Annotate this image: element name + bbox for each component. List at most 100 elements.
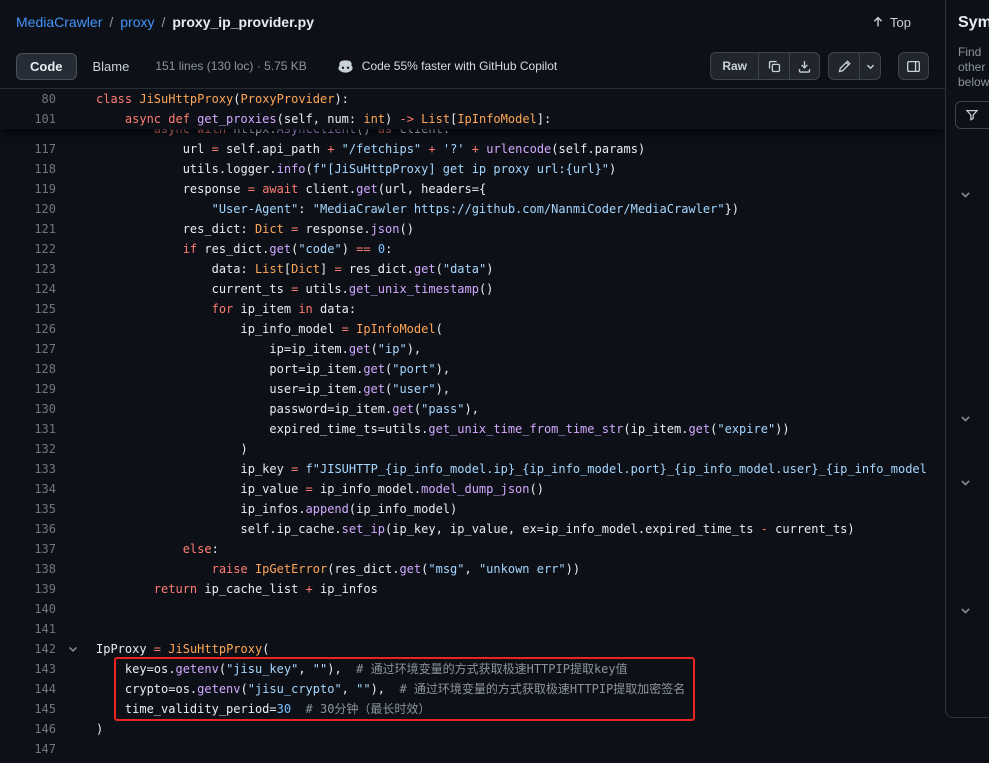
line-number[interactable]: 80 xyxy=(0,89,56,109)
line-number[interactable]: 143 xyxy=(0,659,56,679)
code-view: 80class JiSuHttpProxy(ProxyProvider):101… xyxy=(0,89,945,759)
download-icon xyxy=(797,59,812,74)
line-number[interactable]: 121 xyxy=(0,219,56,239)
code-text: ip_infos.append(ip_info_model) xyxy=(96,499,457,519)
line-number[interactable]: 136 xyxy=(0,519,56,539)
line-number[interactable]: 118 xyxy=(0,159,56,179)
fold-gutter xyxy=(56,499,96,519)
line-number[interactable]: 147 xyxy=(0,739,56,759)
symbols-section-chevron-icon[interactable] xyxy=(958,475,972,489)
copy-raw-button[interactable] xyxy=(758,52,789,80)
breadcrumb-separator: / xyxy=(109,14,113,30)
code-line: 121 res_dict: Dict = response.json() xyxy=(0,219,945,239)
line-number[interactable]: 125 xyxy=(0,299,56,319)
fold-gutter xyxy=(56,739,96,759)
code-text: for ip_item in data: xyxy=(96,299,356,319)
fold-gutter xyxy=(56,659,96,679)
fold-gutter xyxy=(56,579,96,599)
fold-gutter xyxy=(56,599,96,619)
file-stats: 151 lines (130 loc) · 5.75 KB xyxy=(155,59,306,73)
symbols-panel-description: Find other below xyxy=(958,45,989,90)
code-line: 119 response = await client.get(url, hea… xyxy=(0,179,945,199)
symbols-panel-title: Sym xyxy=(958,14,989,32)
symbols-description-line: Find xyxy=(958,45,989,60)
line-number[interactable]: 146 xyxy=(0,719,56,739)
line-number[interactable]: 140 xyxy=(0,599,56,619)
chevron-down-icon xyxy=(865,61,876,72)
code-line: 139 return ip_cache_list + ip_infos xyxy=(0,579,945,599)
code-line: 147 xyxy=(0,739,945,759)
line-number[interactable]: 122 xyxy=(0,239,56,259)
line-number[interactable]: 101 xyxy=(0,109,56,129)
line-number[interactable]: 135 xyxy=(0,499,56,519)
code-line: 127 ip=ip_item.get("ip"), xyxy=(0,339,945,359)
tab-blame[interactable]: Blame xyxy=(79,53,144,80)
line-number[interactable]: 123 xyxy=(0,259,56,279)
line-number[interactable]: 134 xyxy=(0,479,56,499)
tab-code[interactable]: Code xyxy=(16,53,77,80)
line-number[interactable]: 131 xyxy=(0,419,56,439)
code-text: return ip_cache_list + ip_infos xyxy=(96,579,378,599)
symbols-section-chevron-icon[interactable] xyxy=(958,187,972,201)
file-toolbar: Code Blame 151 lines (130 loc) · 5.75 KB… xyxy=(0,44,945,89)
symbols-filter-button[interactable] xyxy=(955,101,989,129)
fold-gutter xyxy=(56,719,96,739)
code-line: 117 url = self.api_path + "/fetchips" + … xyxy=(0,139,945,159)
fold-gutter xyxy=(56,419,96,439)
copy-icon xyxy=(767,59,782,74)
breadcrumb-folder-link[interactable]: proxy xyxy=(120,14,154,30)
raw-button[interactable]: Raw xyxy=(710,52,758,80)
back-to-top-button[interactable]: Top xyxy=(871,15,911,30)
line-number[interactable]: 124 xyxy=(0,279,56,299)
symbols-section-chevron-icon[interactable] xyxy=(958,603,972,617)
line-number[interactable]: 129 xyxy=(0,379,56,399)
line-number[interactable]: 128 xyxy=(0,359,56,379)
line-number[interactable]: 141 xyxy=(0,619,56,639)
line-number[interactable]: 117 xyxy=(0,139,56,159)
edit-dropdown-button[interactable] xyxy=(859,52,881,80)
code-text: self.ip_cache.set_ip(ip_key, ip_value, e… xyxy=(96,519,855,539)
line-number[interactable]: 127 xyxy=(0,339,56,359)
line-number[interactable]: 142 xyxy=(0,639,56,659)
symbols-description-line: below xyxy=(958,75,989,90)
code-text: crypto=os.getenv("jisu_crypto", ""), # 通… xyxy=(96,679,685,699)
download-raw-button[interactable] xyxy=(789,52,820,80)
fold-gutter xyxy=(56,359,96,379)
line-number[interactable]: 126 xyxy=(0,319,56,339)
code-text: "User-Agent": "MediaCrawler https://gith… xyxy=(96,199,739,219)
line-number[interactable]: 144 xyxy=(0,679,56,699)
code-text: ) xyxy=(96,719,103,739)
line-number[interactable]: 145 xyxy=(0,699,56,719)
code-text: else: xyxy=(96,539,219,559)
fold-gutter xyxy=(56,89,96,109)
edit-file-button[interactable] xyxy=(828,52,859,80)
panel-toggle-group xyxy=(898,52,929,80)
code-text: if res_dict.get("code") == 0: xyxy=(96,239,392,259)
fold-gutter xyxy=(56,259,96,279)
line-number[interactable]: 120 xyxy=(0,199,56,219)
line-number[interactable]: 139 xyxy=(0,579,56,599)
fold-gutter xyxy=(56,299,96,319)
code-line: 120 "User-Agent": "MediaCrawler https://… xyxy=(0,199,945,219)
code-line: 144 crypto=os.getenv("jisu_crypto", ""),… xyxy=(0,679,945,699)
fold-toggle[interactable] xyxy=(56,639,96,659)
line-number[interactable]: 138 xyxy=(0,559,56,579)
line-number[interactable]: 137 xyxy=(0,539,56,559)
fold-gutter xyxy=(56,179,96,199)
line-number[interactable]: 132 xyxy=(0,439,56,459)
line-number[interactable] xyxy=(0,129,56,139)
line-number[interactable]: 130 xyxy=(0,399,56,419)
code-text: async with httpx.AsyncClient() as client… xyxy=(96,129,450,139)
line-number[interactable]: 133 xyxy=(0,459,56,479)
code-line: 123 data: List[Dict] = res_dict.get("dat… xyxy=(0,259,945,279)
fold-gutter xyxy=(56,479,96,499)
code-text: current_ts = utils.get_unix_timestamp() xyxy=(96,279,493,299)
symbols-panel-toggle-button[interactable] xyxy=(898,52,929,80)
line-number[interactable]: 119 xyxy=(0,179,56,199)
fold-gutter xyxy=(56,439,96,459)
symbols-section-chevron-icon[interactable] xyxy=(958,411,972,425)
pencil-icon xyxy=(837,59,852,74)
breadcrumb-repo-link[interactable]: MediaCrawler xyxy=(16,14,102,30)
code-line: 146) xyxy=(0,719,945,739)
code-line: 143 key=os.getenv("jisu_key", ""), # 通过环… xyxy=(0,659,945,679)
